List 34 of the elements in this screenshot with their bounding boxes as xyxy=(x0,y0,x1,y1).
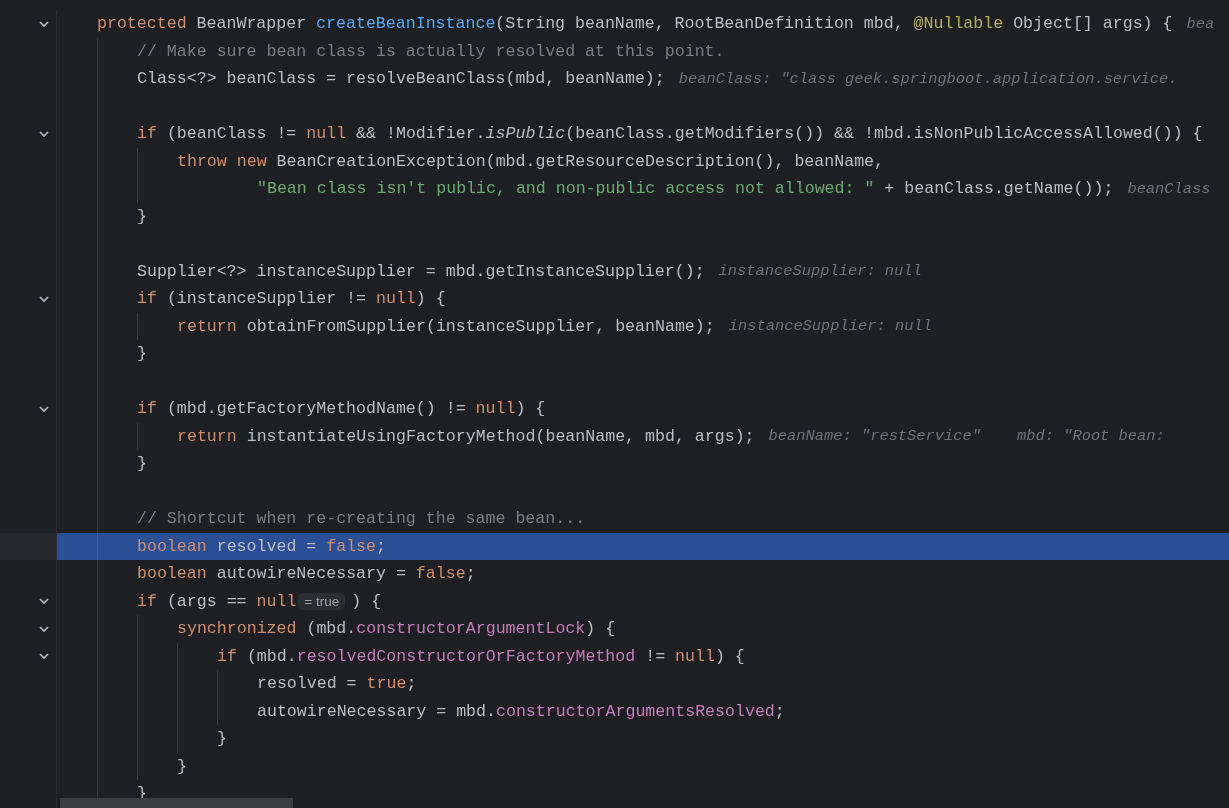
inline-debug-hint: beanClass xyxy=(1127,179,1211,198)
code-line: // Make sure bean class is actually resolved at this point. xyxy=(137,41,725,61)
code-line: // Shortcut when re-creating the same bean... xyxy=(137,509,586,529)
code-line: } xyxy=(217,729,227,749)
code-line: if (args == null xyxy=(137,591,297,611)
inline-debug-hint: mbd: "Root bean: xyxy=(1017,427,1165,446)
code-line: if (instanceSupplier != null) { xyxy=(137,289,446,309)
inline-debug-hint: instanceSupplier: null xyxy=(718,262,922,281)
code-line: } xyxy=(177,756,187,776)
code-line: throw new BeanCreationException(mbd.getResourceDescription(), beanName, xyxy=(177,151,884,171)
code-line: } xyxy=(137,206,147,226)
code-line: resolved = true; xyxy=(257,674,417,694)
code-line: boolean autowireNecessary = false; xyxy=(137,564,476,584)
inline-debug-hint: bea xyxy=(1186,14,1215,33)
inline-debug-hint: beanName: "restService" xyxy=(768,427,981,446)
code-line: "Bean class isn't public, and non-public access not allowed: " + beanClass.getName()); xyxy=(257,179,1114,199)
code-line: Class<?> beanClass = resolveBeanClass(mbd, beanName); xyxy=(137,69,665,89)
code-line: ) { xyxy=(351,591,382,611)
code-line: } xyxy=(137,454,147,474)
inline-debug-hint: beanClass: "class geek.springboot.application.service. xyxy=(678,69,1178,88)
code-line: return obtainFromSupplier(instanceSupplier, beanName); xyxy=(177,316,715,336)
code-line: if (mbd.resolvedConstructorOrFactoryMethod != null) { xyxy=(217,646,745,666)
code-line: if (beanClass != null && !Modifier.isPublic(beanClass.getModifiers()) && !mbd.isNonPublicAccessAllowed()) { xyxy=(137,124,1203,144)
code-line: Supplier<?> instanceSupplier = mbd.getInstanceSupplier(); xyxy=(137,261,705,281)
inline-debug-hint: instanceSupplier: null xyxy=(728,317,932,336)
horizontal-scrollbar[interactable] xyxy=(60,798,293,808)
inline-value-badge: = true xyxy=(298,592,346,610)
code-line: } xyxy=(137,344,147,364)
code-line: if (mbd.getFactoryMethodName() != null) { xyxy=(137,399,546,419)
code-line: protected BeanWrapper createBeanInstance(String beanName, RootBeanDefinition mbd, @Nullable Object[] args) { xyxy=(97,14,1173,34)
code-line: synchronized (mbd.constructorArgumentLock) { xyxy=(177,619,616,639)
code-line: autowireNecessary = mbd.constructorArgumentsResolved; xyxy=(257,701,785,721)
code-line: boolean resolved = false; xyxy=(137,536,386,556)
code-line: return instantiateUsingFactoryMethod(beanName, mbd, args); xyxy=(177,426,755,446)
